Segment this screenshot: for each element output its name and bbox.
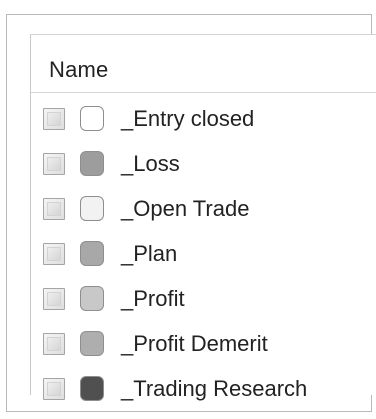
category-color-swatch bbox=[80, 151, 104, 176]
category-color-swatch bbox=[80, 106, 104, 131]
category-checkbox[interactable] bbox=[43, 333, 65, 355]
category-row-trading-research[interactable]: _Trading Research bbox=[31, 366, 376, 411]
name-column-label: Name bbox=[49, 57, 109, 82]
category-checkbox[interactable] bbox=[43, 378, 65, 400]
category-checkbox[interactable] bbox=[43, 288, 65, 310]
category-color-swatch bbox=[80, 286, 104, 311]
category-label: _Open Trade bbox=[121, 196, 250, 221]
category-checkbox[interactable] bbox=[43, 153, 65, 175]
category-label: _Profit Demerit bbox=[121, 331, 268, 356]
category-label: _Profit bbox=[121, 286, 185, 311]
category-row-plan[interactable]: _Plan bbox=[31, 231, 376, 276]
category-row-entry-closed[interactable]: _Entry closed bbox=[31, 96, 376, 141]
category-label: _Loss bbox=[121, 151, 180, 176]
category-checkbox[interactable] bbox=[43, 243, 65, 265]
category-checkbox[interactable] bbox=[43, 108, 65, 130]
category-label: _Entry closed bbox=[121, 106, 255, 131]
category-label: _Plan bbox=[121, 241, 178, 266]
category-list-panel: Name _Entry closed _Loss _Open Trade _Pl… bbox=[30, 34, 376, 401]
category-row-open-trade[interactable]: _Open Trade bbox=[31, 186, 376, 231]
category-color-swatch bbox=[80, 376, 104, 401]
category-row-profit-demerit[interactable]: _Profit Demerit bbox=[31, 321, 376, 366]
category-color-swatch bbox=[80, 241, 104, 266]
category-color-swatch bbox=[80, 331, 104, 356]
category-row-profit[interactable]: _Profit bbox=[31, 276, 376, 321]
category-row-loss[interactable]: _Loss bbox=[31, 141, 376, 186]
column-header-name[interactable]: Name bbox=[31, 35, 376, 93]
category-label: _Trading Research bbox=[121, 376, 308, 401]
category-checkbox[interactable] bbox=[43, 198, 65, 220]
category-list: _Entry closed _Loss _Open Trade _Plan _P… bbox=[31, 96, 376, 411]
category-color-swatch bbox=[80, 196, 104, 221]
